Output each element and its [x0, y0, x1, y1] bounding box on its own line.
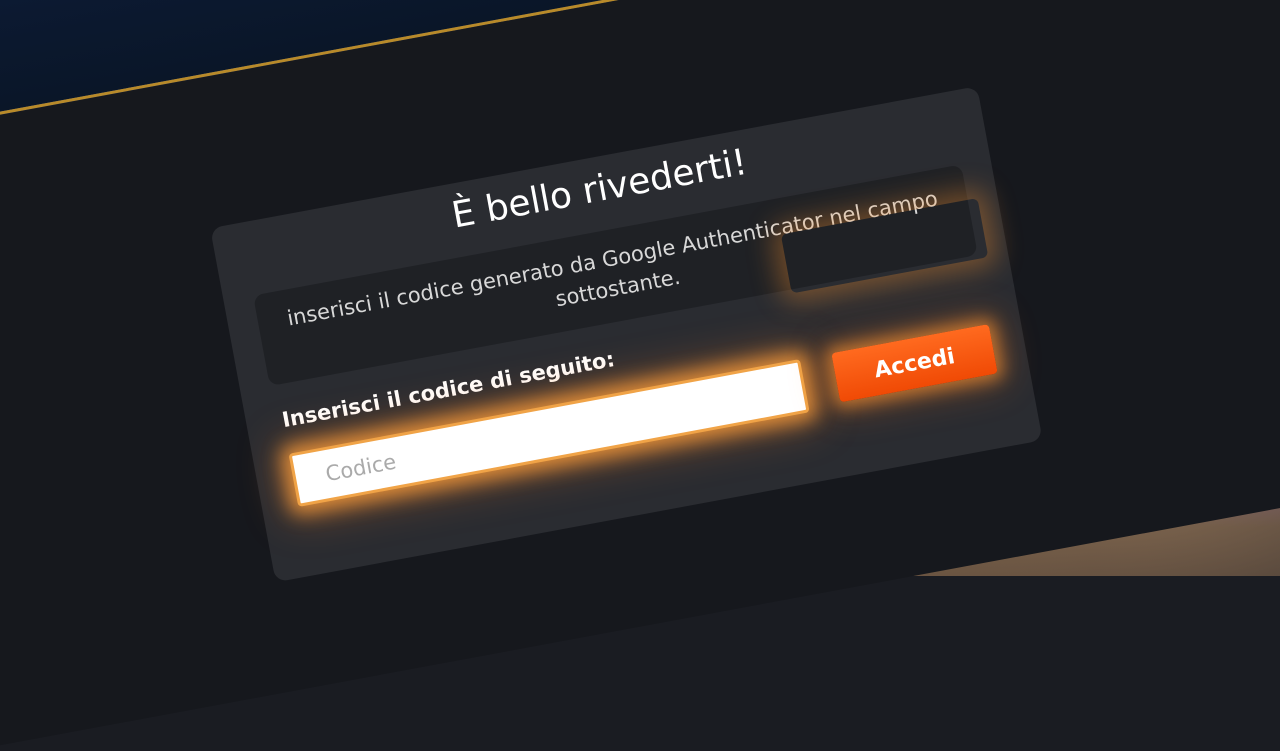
login-card: È bello rivederti! inserisci il codice g…: [210, 86, 1043, 583]
main-panel: È bello rivederti! inserisci il codice g…: [0, 0, 1280, 751]
accedi-button[interactable]: Accedi: [831, 324, 998, 403]
